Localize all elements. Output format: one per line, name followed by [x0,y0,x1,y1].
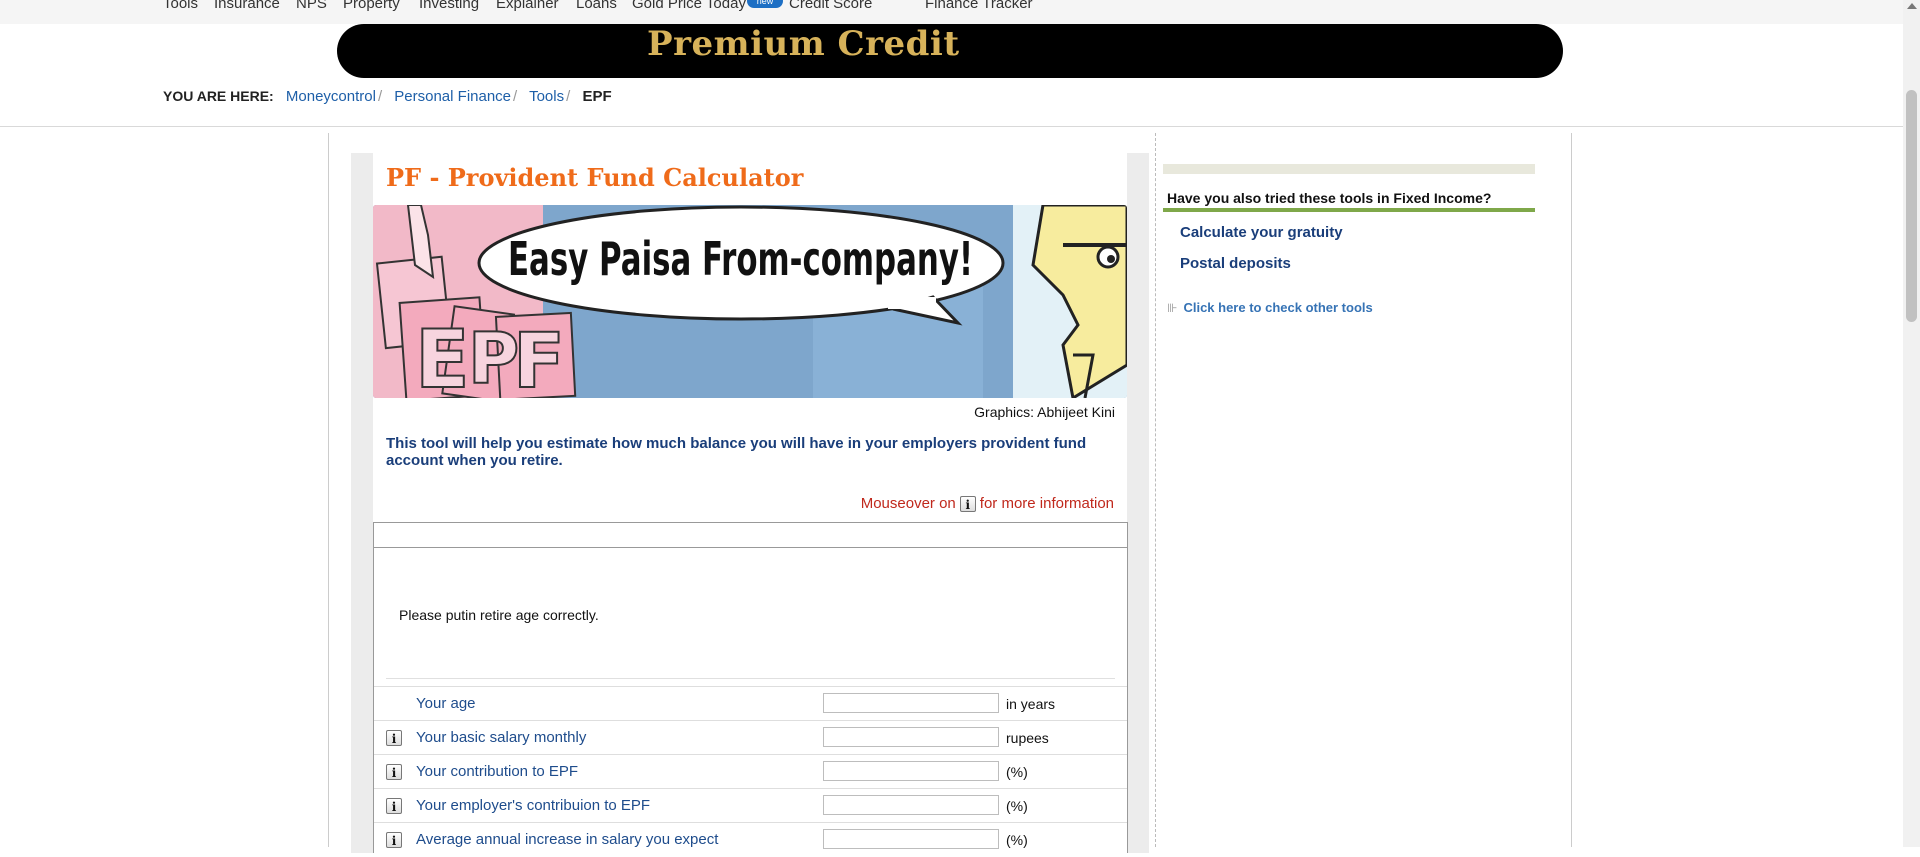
mouseover-hint-before: Mouseover on [860,495,956,512]
nav-tools[interactable]: Tools [163,0,198,14]
nav-credit-score[interactable]: Credit Score [789,0,872,14]
age-label: Your age [416,695,476,712]
breadcrumb-separator: / [566,88,571,105]
nav-nps[interactable]: NPS [296,0,327,14]
form-row-basic-salary: i Your basic salary monthly rupees [374,720,1127,755]
employer-contribution-input[interactable] [823,795,999,815]
age-input[interactable] [823,693,999,713]
age-unit: in years [1006,696,1056,712]
breadcrumb-personal-finance[interactable]: Personal Finance [394,88,511,105]
mouseover-hint-after: for more information [979,495,1114,512]
bullet-icon: ⊪ [1167,301,1178,315]
breadcrumb-separator: / [377,88,383,105]
your-contribution-unit: (%) [1006,764,1028,780]
breadcrumb-current: EPF [582,88,612,105]
banner-title: Premium Credit [647,24,960,64]
info-icon[interactable]: i [386,832,402,848]
salary-increase-unit: (%) [1006,832,1028,848]
validation-message: Please putin retire age correctly. [399,607,599,623]
form-row-salary-increase: i Average annual increase in salary you … [374,822,1127,857]
sidebar-heading: Have you also tried these tools in Fixed… [1167,190,1492,206]
breadcrumb-label: YOU ARE HERE: [163,88,274,104]
nav-loans[interactable]: Loans [576,0,617,14]
scroll-up-arrow-icon[interactable] [1907,3,1917,9]
info-icon[interactable]: i [386,730,402,746]
sidebar-link-postal-deposits[interactable]: Postal deposits [1180,255,1291,272]
info-icon[interactable]: i [386,764,402,780]
your-contribution-label: Your contribution to EPF [416,763,579,780]
basic-salary-input[interactable] [823,727,999,747]
page-title: PF - Provident Fund Calculator [386,163,804,192]
sidebar-top-bar [1163,164,1535,174]
employer-contribution-unit: (%) [1006,798,1028,814]
header-divider [0,126,1903,127]
graphics-credit: Graphics: Abhijeet Kini [974,404,1115,420]
other-tools-link[interactable]: ⊪ Click here to check other tools [1167,300,1373,315]
nav-property[interactable]: Property [343,0,400,14]
intro-text: This tool will help you estimate how muc… [386,435,1087,469]
epf-form: Please putin retire age correctly. Your … [373,522,1128,853]
salary-increase-input[interactable] [823,829,999,849]
form-divider [386,678,1115,679]
other-tools-label: Click here to check other tools [1183,300,1373,315]
new-badge: new [747,0,783,8]
your-contribution-input[interactable] [823,761,999,781]
breadcrumb-moneycontrol[interactable]: Moneycontrol [286,88,376,105]
nav-gold-price-today[interactable]: Gold Price Today [632,0,746,14]
hero-illustration: E P F Easy Paisa From-company! [373,205,1127,398]
form-row-employer-contribution: i Your employer's contribuion to EPF (%) [374,788,1127,823]
info-icon: i [959,496,976,513]
content-frame-left [328,133,329,847]
basic-salary-unit: rupees [1006,730,1049,746]
premium-credit-banner[interactable]: Premium Credit [337,24,1563,78]
sign-letter-p: P [468,318,519,398]
mouseover-hint: Mouseover on i for more information [860,495,1114,513]
speech-text: Easy Paisa From-company! [508,232,973,286]
breadcrumb-separator: / [513,88,518,105]
sidebar-rule [1163,208,1535,212]
basic-salary-label: Your basic salary monthly [416,729,587,746]
column-divider [1155,133,1157,847]
sign-letter-f: F [513,316,565,398]
nav-investing[interactable]: Investing [419,0,479,14]
nav-explainer[interactable]: Explainer [496,0,559,14]
form-row-age: Your age in years [374,686,1127,721]
content-frame-right [1571,133,1572,847]
nav-finance-tracker[interactable]: Finance Tracker [925,0,1033,14]
top-nav: Tools Insurance NPS Property Investing E… [0,0,1903,24]
epf-hero-image: E P F Easy Paisa From-company! [373,205,1127,398]
info-icon[interactable]: i [386,798,402,814]
form-row-your-contribution: i Your contribution to EPF (%) [374,754,1127,789]
nav-insurance[interactable]: Insurance [214,0,280,14]
employer-contribution-label: Your employer's contribuion to EPF [416,797,651,814]
salary-increase-label: Average annual increase in salary you ex… [416,831,719,848]
sidebar-link-gratuity[interactable]: Calculate your gratuity [1180,224,1343,241]
form-header [374,523,1127,548]
sign-letter-e: E [415,313,470,398]
scrollbar-thumb[interactable] [1906,90,1917,322]
breadcrumb: YOU ARE HERE: Moneycontrol / Personal Fin… [163,88,612,105]
breadcrumb-tools[interactable]: Tools [529,88,564,105]
